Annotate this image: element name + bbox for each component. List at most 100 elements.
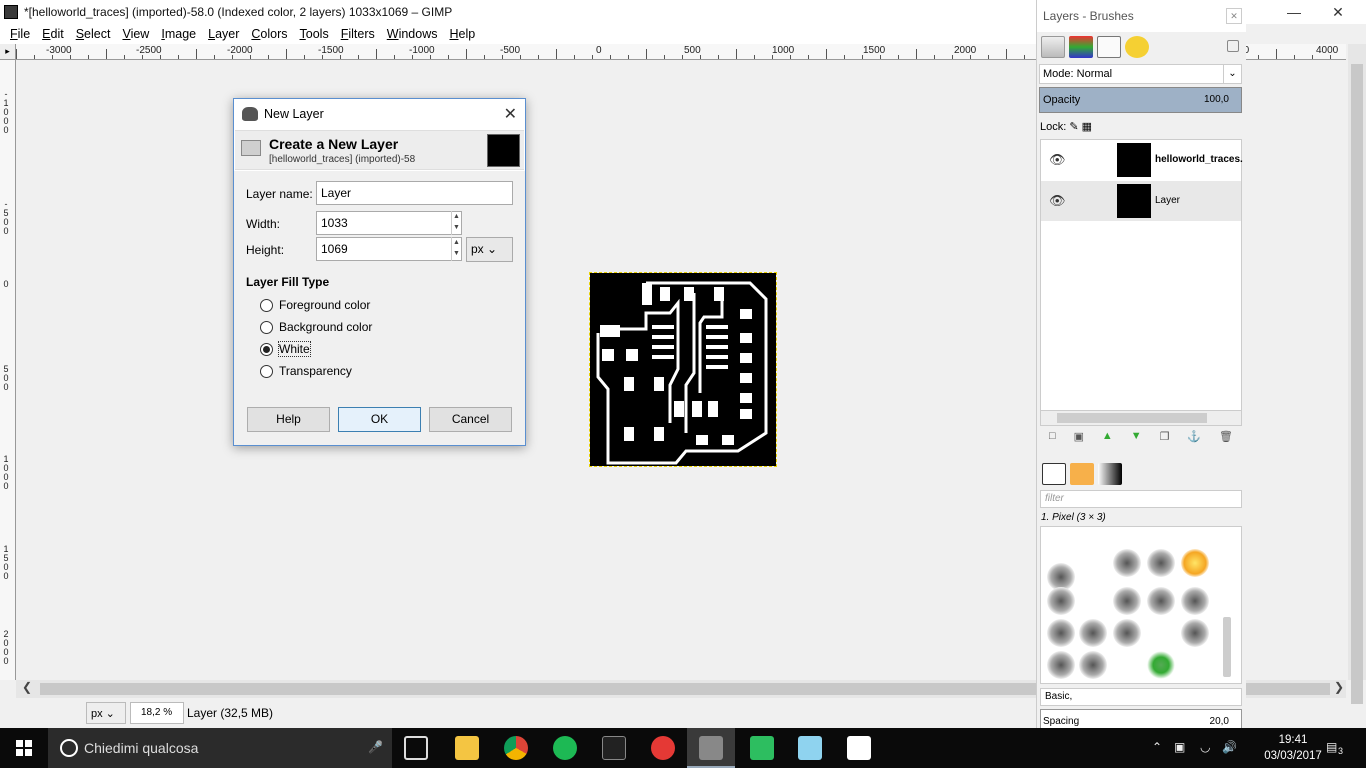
help-button[interactable]: Help [247,407,330,432]
duplicate-layer-icon[interactable]: ❐ [1160,430,1170,448]
layer-row[interactable]: 👁 Layer [1041,181,1241,221]
undo-history-tab-icon[interactable] [1125,36,1149,58]
width-input[interactable]: 1033 ▲ ▼ [316,211,462,235]
scroll-left-icon[interactable]: ❮ [22,680,32,694]
anchor-layer-icon[interactable]: ⚓ [1187,430,1201,448]
gradients-tab-icon[interactable] [1098,463,1122,485]
fill-option-label[interactable]: Foreground color [279,298,370,312]
new-layer-group-icon[interactable]: ▣ [1074,430,1084,448]
menu-filters[interactable]: Filters [335,27,381,41]
menu-select[interactable]: Select [70,27,117,41]
unit-selector[interactable]: px ⌄ [86,702,126,724]
menu-edit[interactable]: Edit [36,27,70,41]
gimp-icon[interactable] [699,736,723,760]
layers-tab-icon[interactable] [1041,36,1065,58]
menu-view[interactable]: View [116,27,155,41]
zoom-selector[interactable]: 18,2 % [130,702,184,724]
raise-layer-icon[interactable]: ▲ [1102,430,1113,448]
brush-swatch[interactable] [1079,651,1107,679]
channels-tab-icon[interactable] [1069,36,1093,58]
volume-icon[interactable]: 🔊 [1222,740,1237,754]
opacity-slider[interactable]: Opacity 100,0 [1039,87,1242,113]
layers-scrollbar[interactable] [1040,410,1242,426]
radio-transparency[interactable] [260,365,273,378]
visibility-eye-icon[interactable]: 👁 [1049,152,1066,168]
spotify-icon[interactable] [553,736,577,760]
fill-option-label[interactable]: White [278,341,311,357]
notes-app-icon[interactable] [798,736,822,760]
patterns-tab-icon[interactable] [1070,463,1094,485]
brush-swatch[interactable] [1113,587,1141,615]
brush-swatch[interactable] [1181,549,1209,577]
dock-menu-icon[interactable] [1227,40,1239,52]
layer-mode-select[interactable]: Mode: Normal ⌄ [1039,64,1242,84]
layers-scroll-thumb[interactable] [1057,413,1207,423]
pcb-traces-image[interactable] [589,272,777,467]
paths-tab-icon[interactable] [1097,36,1121,58]
app-icon[interactable] [651,736,675,760]
brushes-tab-icon[interactable] [1042,463,1066,485]
lock-alpha-icon[interactable]: ▦ [1082,121,1092,133]
ok-button[interactable]: OK [338,407,421,432]
chevron-down-icon[interactable]: ⌄ [1223,65,1241,83]
battery-icon[interactable]: ▣ [1174,740,1185,754]
chrome-icon[interactable] [504,736,528,760]
brush-swatch[interactable] [1079,619,1107,647]
menu-tools[interactable]: Tools [294,27,335,41]
evernote-icon[interactable] [750,736,774,760]
radio-background-color[interactable] [260,321,273,334]
tray-chevron-up-icon[interactable]: ⌃ [1152,740,1162,754]
close-icon[interactable]: ✕ [504,104,517,124]
size-unit-select[interactable]: px ⌄ [466,237,513,262]
brush-swatch[interactable] [1147,587,1175,615]
new-layer-icon[interactable]: □ [1049,430,1056,448]
file-explorer-icon[interactable] [455,736,479,760]
taskbar-search-box[interactable]: Chiedimi qualcosa 🎤 [48,728,392,768]
menu-help[interactable]: Help [443,27,481,41]
menu-colors[interactable]: Colors [245,27,293,41]
brush-swatch[interactable] [1047,651,1075,679]
width-stepper[interactable]: ▲ ▼ [451,211,461,235]
brush-swatch[interactable] [1147,549,1175,577]
wifi-icon[interactable]: ◡ [1200,740,1210,754]
height-stepper[interactable]: ▲ ▼ [451,237,461,261]
brush-swatch[interactable] [1047,587,1075,615]
scroll-right-icon[interactable]: ❯ [1334,680,1344,694]
menu-layer[interactable]: Layer [202,27,245,41]
taskbar-clock[interactable]: 19:41 03/03/2017 [1262,732,1324,764]
brush-set-select[interactable]: Basic, [1040,688,1242,706]
vertical-scrollbar[interactable] [1348,44,1366,704]
photos-icon[interactable] [847,736,871,760]
close-window-icon[interactable]: ✕ [1316,0,1360,24]
brush-swatch[interactable] [1047,619,1075,647]
visibility-eye-icon[interactable]: 👁 [1049,193,1066,209]
delete-layer-icon[interactable]: 🗑 [1219,430,1233,448]
brush-swatch[interactable] [1181,619,1209,647]
lower-layer-icon[interactable]: ▼ [1131,430,1142,448]
height-input[interactable]: 1069 ▲ ▼ [316,237,462,261]
slack-icon[interactable] [602,736,626,760]
brush-swatch[interactable] [1181,587,1209,615]
minimize-icon[interactable]: — [1272,0,1316,24]
vertical-scroll-thumb[interactable] [1351,64,1363,704]
brush-scroll-thumb[interactable] [1223,617,1231,677]
brush-swatch[interactable] [1147,651,1175,679]
layer-row[interactable]: 👁 helloworld_traces. [1041,140,1243,180]
menu-file[interactable]: File [4,27,36,41]
brush-swatch[interactable] [1113,619,1141,647]
action-center-icon[interactable]: ▤ [1326,740,1337,754]
brush-filter-input[interactable]: filter [1040,490,1242,508]
cancel-button[interactable]: Cancel [429,407,512,432]
fill-option-label[interactable]: Transparency [279,364,352,378]
windows-start-icon[interactable] [0,728,48,768]
dock-close-icon[interactable]: ✕ [1226,8,1242,24]
brush-swatch[interactable] [1113,549,1141,577]
menu-windows[interactable]: Windows [381,27,444,41]
fill-option-label[interactable]: Background color [279,320,372,334]
ruler-corner-button[interactable]: ▸ [0,44,16,60]
lock-pixels-icon[interactable]: ✎ [1069,121,1078,133]
layer-name-input[interactable]: Layer [316,181,513,205]
menu-image[interactable]: Image [155,27,202,41]
radio-foreground-color[interactable] [260,299,273,312]
microphone-icon[interactable]: 🎤 [368,740,383,754]
